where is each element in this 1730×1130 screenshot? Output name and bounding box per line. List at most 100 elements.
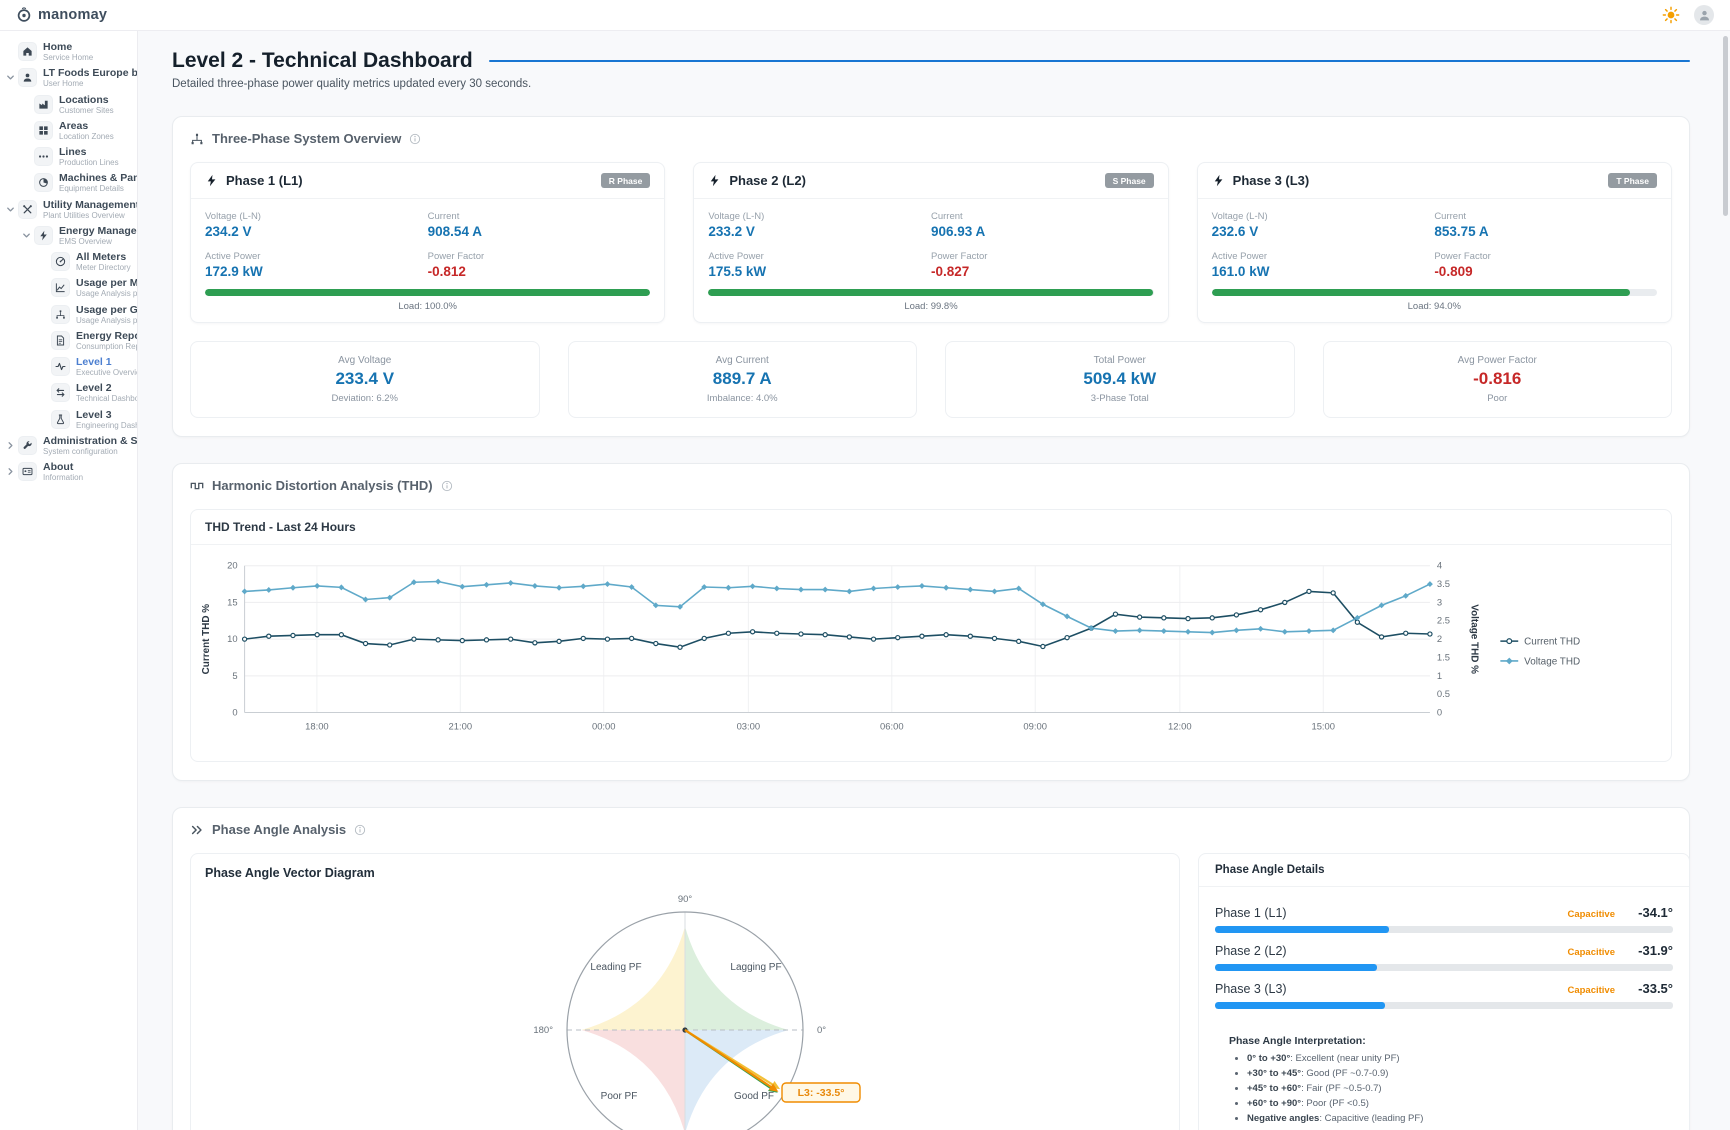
- metric-label: Power Factor: [428, 251, 651, 262]
- sidebar-item-label: Level 1: [76, 356, 138, 368]
- square-wave-icon: [190, 479, 204, 493]
- chevron-right-icon[interactable]: [5, 465, 18, 478]
- sidebar-item-utility-management[interactable]: Utility ManagementPlant Utilities Overvi…: [0, 199, 137, 220]
- sidebar-item-sublabel: Equipment Details: [59, 184, 138, 193]
- metric-label: Voltage (L-N): [708, 211, 931, 222]
- phase-badge: S Phase: [1105, 173, 1154, 188]
- load-label: Load: 99.8%: [694, 301, 1167, 312]
- thd-chart-card: THD Trend - Last 24 Hours 18:0021:0000:0…: [190, 509, 1672, 762]
- phase-badge: T Phase: [1608, 173, 1657, 188]
- sidebar-item-locations[interactable]: LocationsCustomer Sites: [0, 94, 137, 115]
- interpretation-bullet: +30° to +45°: Good (PF ~0.7-0.9): [1247, 1068, 1673, 1079]
- power-factor-value: -0.812: [428, 264, 651, 279]
- metric-label: Current: [1434, 211, 1657, 222]
- axis-label-90: 90°: [678, 894, 693, 905]
- quadrant-label-good: Good PF: [734, 1091, 774, 1102]
- sidebar-item-label: Areas: [59, 120, 114, 132]
- metric-label: Power Factor: [931, 251, 1154, 262]
- logo-text: manomay: [38, 7, 107, 23]
- sidebar-item-label: Level 3: [76, 409, 138, 421]
- capacitive-badge: Capacitive: [1567, 985, 1615, 996]
- power-factor-value: -0.809: [1434, 264, 1657, 279]
- sidebar-item-energy-management[interactable]: Energy ManagementEMS Overview: [0, 225, 137, 246]
- sidebar-item-level2[interactable]: Level 2Technical Dashboard: [0, 382, 137, 403]
- sidebar-item-label: All Meters: [76, 251, 131, 263]
- sitemap-icon: [190, 132, 204, 146]
- phase-angle-vector-diagram[interactable]: Leading PF Lagging PF Poor PF Good PF 90…: [205, 880, 1165, 1130]
- sidebar-item-energy-report[interactable]: Energy ReportConsumption Reports: [0, 330, 137, 351]
- top-bar: manomay: [0, 0, 1730, 31]
- summary-card-avg-power-factor: Avg Power Factor -0.816 Poor: [1323, 341, 1673, 418]
- bolt-icon: [205, 174, 218, 187]
- sidebar-item-lines[interactable]: LinesProduction Lines: [0, 146, 137, 167]
- thd-line-chart[interactable]: 18:0021:0000:0003:0006:0009:0012:0015:00…: [195, 555, 1667, 755]
- svg-text:Current THD %: Current THD %: [201, 604, 212, 675]
- good-pf-quadrant: [685, 1030, 789, 1130]
- chart-line-icon: [51, 278, 70, 297]
- poor-pf-quadrant: [582, 1030, 686, 1130]
- sidebar-item-areas[interactable]: AreasLocation Zones: [0, 120, 137, 141]
- chevron-down-icon[interactable]: [5, 71, 18, 84]
- sidebar-item-all-meters[interactable]: All MetersMeter Directory: [0, 251, 137, 272]
- capacitive-badge: Capacitive: [1567, 909, 1615, 920]
- sidebar-item-label: Level 2: [76, 382, 138, 394]
- bolt-icon: [34, 226, 53, 245]
- svg-text:10: 10: [227, 633, 237, 644]
- capacitive-badge: Capacitive: [1567, 947, 1615, 958]
- sidebar-item-machines-panels[interactable]: Machines & PanelsEquipment Details: [0, 172, 137, 193]
- voltage-value: 233.2 V: [708, 224, 931, 239]
- chevron-down-icon[interactable]: [5, 203, 18, 216]
- summary-label: Avg Power Factor: [1334, 355, 1662, 366]
- sidebar-item-user-home[interactable]: LT Foods Europe bvUser Home: [0, 67, 137, 88]
- svg-text:03:00: 03:00: [737, 720, 761, 731]
- summary-value: 889.7 A: [579, 369, 907, 389]
- sidebar-item-sublabel: Customer Sites: [59, 106, 114, 115]
- metric-label: Current: [428, 211, 651, 222]
- sidebar-item-usage-per-group[interactable]: Usage per GroupUsage Analysis per Group: [0, 304, 137, 325]
- svg-text:00:00: 00:00: [592, 720, 616, 731]
- active-power-value: 161.0 kW: [1212, 264, 1435, 279]
- svg-text:1: 1: [1437, 670, 1442, 681]
- info-icon[interactable]: [441, 480, 453, 492]
- sidebar-item-admin-settings[interactable]: Administration & SettingsSystem configur…: [0, 435, 137, 456]
- sidebar-item-sublabel: Plant Utilities Overview: [43, 211, 138, 220]
- svg-text:2.5: 2.5: [1437, 615, 1450, 626]
- section-title: Harmonic Distortion Analysis (THD): [212, 478, 433, 493]
- info-icon[interactable]: [354, 824, 366, 836]
- sidebar-item-about[interactable]: AboutInformation: [0, 461, 137, 482]
- metric-label: Current: [931, 211, 1154, 222]
- sidebar-item-sublabel: Information: [43, 473, 83, 482]
- phase-badge: R Phase: [601, 173, 651, 188]
- svg-text:3: 3: [1437, 596, 1442, 607]
- brand-logo[interactable]: manomay: [16, 7, 107, 23]
- wrench-icon: [18, 436, 37, 455]
- sidebar-item-level1[interactable]: Level 1Executive Overview: [0, 356, 137, 377]
- sidebar-item-home[interactable]: HomeService Home: [0, 41, 137, 62]
- svg-text:0: 0: [1437, 707, 1442, 718]
- info-icon[interactable]: [409, 133, 421, 145]
- sidebar-item-label: About: [43, 461, 83, 473]
- phase-card-l1: Phase 1 (L1) R Phase Voltage (L-N)234.2 …: [190, 162, 665, 323]
- sidebar-item-usage-per-meter[interactable]: Usage per MeterUsage Analysis per Meter: [0, 277, 137, 298]
- user-avatar[interactable]: [1694, 5, 1714, 25]
- summary-value: 509.4 kW: [956, 369, 1284, 389]
- axis-label-180: 180°: [533, 1025, 553, 1036]
- sidebar-item-label: Locations: [59, 94, 114, 106]
- id-card-icon: [18, 462, 37, 481]
- sidebar-item-label: Energy Management: [59, 225, 138, 237]
- phase-name: Phase 1 (L1): [226, 173, 303, 188]
- factory-icon: [34, 95, 53, 114]
- summary-sub: Deviation: 6.2%: [201, 393, 529, 404]
- sidebar-item-level3[interactable]: Level 3Engineering Dashboard: [0, 409, 137, 430]
- vertical-scrollbar[interactable]: [1723, 36, 1728, 216]
- summary-card-total-power: Total Power 509.4 kW 3-Phase Total: [945, 341, 1295, 418]
- interpretation-bullet: Negative angles: Capacitive (leading PF): [1247, 1113, 1673, 1124]
- metric-label: Active Power: [205, 251, 428, 262]
- current-value: 908.54 A: [428, 224, 651, 239]
- chevron-right-icon[interactable]: [5, 439, 18, 452]
- theme-toggle-sun-icon[interactable]: [1662, 6, 1680, 24]
- machine-pie-icon: [34, 173, 53, 192]
- chevron-down-icon[interactable]: [21, 229, 34, 242]
- detail-row-l3: Phase 3 (L3) Capacitive -33.5°: [1215, 981, 1673, 1009]
- summary-sub: Imbalance: 4.0%: [579, 393, 907, 404]
